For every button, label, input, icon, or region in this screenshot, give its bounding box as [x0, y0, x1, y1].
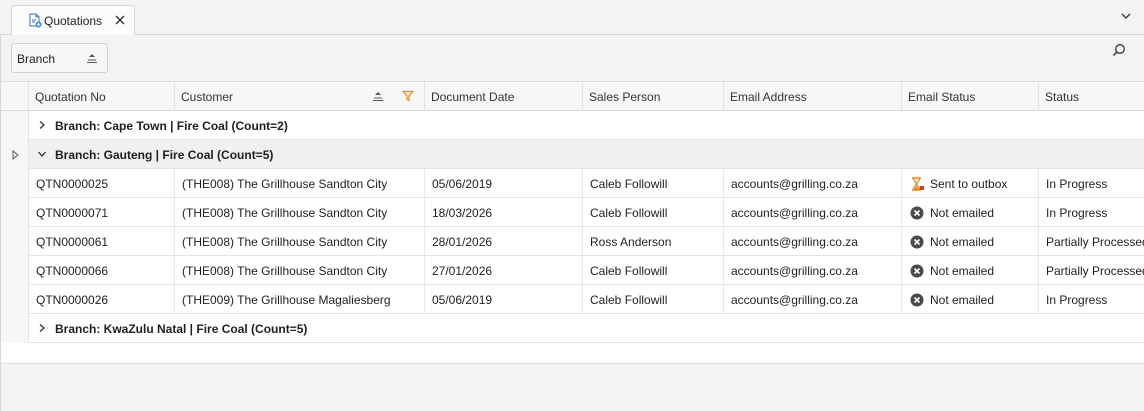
cell-status: Partially Processed — [1046, 264, 1144, 278]
cell-quotation-no: QTN0000026 — [29, 285, 175, 314]
group-row-cape-town[interactable]: Branch: Cape Town | Fire Coal (Count=2) — [29, 111, 1144, 140]
sort-ascending-icon — [87, 54, 97, 63]
group-row-label: Branch: KwaZulu Natal | Fire Coal (Count… — [55, 322, 308, 336]
column-header-status[interactable]: Status — [1039, 82, 1144, 111]
cell-document-date: 05/06/2019 — [425, 285, 583, 314]
table-row[interactable]: QTN0000071 (THE008) The Grillhouse Sandt… — [29, 198, 1144, 227]
group-row-label: Branch: Gauteng | Fire Coal (Count=5) — [55, 148, 274, 162]
group-row-label: Branch: Cape Town | Fire Coal (Count=2) — [55, 119, 288, 133]
table-row[interactable]: QTN0000066 (THE008) The Grillhouse Sandt… — [29, 256, 1144, 285]
row-indicator-column — [1, 111, 29, 343]
focused-row-indicator-icon — [12, 150, 19, 160]
cell-status: Partially Processed — [1046, 235, 1144, 249]
cell-sales-person: Caleb Followill — [583, 169, 724, 198]
cell-email-address: accounts@grilling.co.za — [724, 227, 902, 256]
cell-customer: (THE009) The Grillhouse Magaliesberg — [175, 285, 425, 314]
close-icon[interactable] — [114, 14, 126, 26]
document-add-icon — [29, 13, 42, 28]
group-row-kwazulu-natal[interactable]: Branch: KwaZulu Natal | Fire Coal (Count… — [29, 314, 1144, 343]
chevron-down-icon[interactable] — [1120, 11, 1132, 21]
cell-email-address: accounts@grilling.co.za — [724, 198, 902, 227]
header-indicator-cell — [1, 82, 29, 111]
group-chip-label: Branch — [17, 52, 56, 66]
table-row[interactable]: QTN0000026 (THE009) The Grillhouse Magal… — [29, 285, 1144, 314]
not-emailed-icon — [910, 235, 924, 249]
column-header-email-address[interactable]: Email Address — [724, 82, 902, 111]
filter-icon[interactable] — [402, 90, 414, 102]
cell-quotation-no: QTN0000025 — [29, 169, 175, 198]
cell-customer: (THE008) The Grillhouse Sandton City — [175, 198, 425, 227]
search-icon[interactable] — [1112, 43, 1126, 57]
tab-strip: Quotations — [0, 0, 1144, 36]
column-header-document-date[interactable]: Document Date — [425, 82, 583, 111]
cell-sales-person: Caleb Followill — [583, 198, 724, 227]
cell-email-status: Sent to outbox — [902, 169, 1039, 198]
cell-sales-person: Caleb Followill — [583, 256, 724, 285]
cell-document-date: 18/03/2026 — [425, 198, 583, 227]
cell-customer: (THE008) The Grillhouse Sandton City — [175, 169, 425, 198]
cell-quotation-no: QTN0000071 — [29, 198, 175, 227]
cell-customer: (THE008) The Grillhouse Sandton City — [175, 256, 425, 285]
cell-email-address: accounts@grilling.co.za — [724, 285, 902, 314]
cell-document-date: 05/06/2019 — [425, 169, 583, 198]
tab-label: Quotations — [44, 14, 103, 28]
hourglass-icon — [912, 177, 924, 191]
cell-customer: (THE008) The Grillhouse Sandton City — [175, 227, 425, 256]
cell-document-date: 28/01/2026 — [425, 227, 583, 256]
grid-footer-area — [1, 363, 1144, 411]
cell-email-status: Not emailed — [902, 227, 1039, 256]
cell-email-status: Not emailed — [902, 285, 1039, 314]
cell-email-status: Not emailed — [902, 198, 1039, 227]
cell-quotation-no: QTN0000061 — [29, 227, 175, 256]
cell-document-date: 27/01/2026 — [425, 256, 583, 285]
group-by-panel: Branch — [1, 35, 1144, 82]
quotations-grid: Quotation No Customer Document Date Sale… — [1, 81, 1144, 363]
sort-ascending-icon — [373, 92, 383, 101]
not-emailed-icon — [910, 293, 924, 307]
column-header-customer[interactable]: Customer — [175, 82, 425, 111]
group-chip-branch[interactable]: Branch — [11, 43, 108, 73]
table-row[interactable]: QTN0000061 (THE008) The Grillhouse Sandt… — [29, 227, 1144, 256]
group-row-gauteng[interactable]: Branch: Gauteng | Fire Coal (Count=5) — [29, 140, 1144, 169]
cell-status: In Progress — [1046, 206, 1108, 220]
not-emailed-icon — [910, 206, 924, 220]
cell-status: In Progress — [1046, 177, 1108, 191]
column-header-quotation-no[interactable]: Quotation No — [29, 82, 175, 111]
tab-quotations[interactable]: Quotations — [11, 5, 135, 36]
cell-sales-person: Caleb Followill — [583, 285, 724, 314]
cell-email-address: accounts@grilling.co.za — [724, 256, 902, 285]
column-header-email-status[interactable]: Email Status — [902, 82, 1039, 111]
cell-sales-person: Ross Anderson — [583, 227, 724, 256]
chevron-right-icon[interactable] — [37, 323, 47, 333]
chevron-right-icon[interactable] — [37, 120, 47, 130]
cell-email-status: Not emailed — [902, 256, 1039, 285]
content-panel: Branch Quotation No Customer Document Da… — [0, 35, 1144, 411]
table-row[interactable]: QTN0000025 (THE008) The Grillhouse Sandt… — [29, 169, 1144, 198]
cell-quotation-no: QTN0000066 — [29, 256, 175, 285]
chevron-down-icon[interactable] — [37, 149, 47, 159]
not-emailed-icon — [910, 264, 924, 278]
cell-status: In Progress — [1046, 293, 1108, 307]
column-header-sales-person[interactable]: Sales Person — [583, 82, 724, 111]
cell-email-address: accounts@grilling.co.za — [724, 169, 902, 198]
